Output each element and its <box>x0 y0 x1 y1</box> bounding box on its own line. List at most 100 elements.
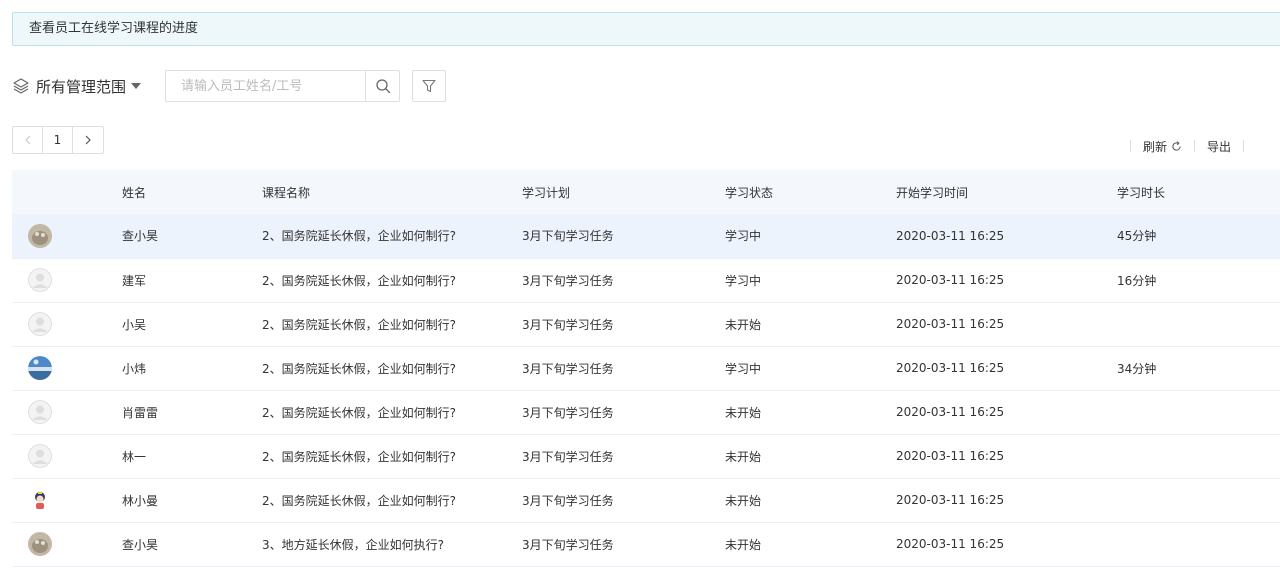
prev-page-button[interactable] <box>13 127 43 153</box>
cell-start-time: 2020-03-11 16:25 <box>896 273 1005 287</box>
search-input[interactable] <box>166 71 366 101</box>
export-label: 导出 <box>1206 139 1231 154</box>
export-button[interactable]: 导出 <box>1207 138 1231 155</box>
table-row[interactable]: 建军 2、国务院延长休假，企业如何制行? 3月下旬学习任务 学习中 2020-0… <box>12 258 1280 302</box>
cell-name: 小炜 <box>122 361 147 376</box>
scope-selector[interactable]: 所有管理范围 <box>12 74 142 98</box>
divider <box>1129 140 1131 152</box>
cell-start-time: 2020-03-11 16:25 <box>896 361 1005 375</box>
cell-duration: 16分钟 <box>1117 273 1157 288</box>
layers-icon <box>13 78 29 94</box>
cell-duration <box>1117 390 1280 434</box>
cell-duration: 34分钟 <box>1117 361 1157 376</box>
table-row[interactable]: 查小昊 2、国务院延长休假，企业如何制行? 3月下旬学习任务 学习中 2020-… <box>12 214 1280 258</box>
cell-course: 2、国务院延长休假，企业如何制行? <box>262 493 457 508</box>
notice-text: 查看员工在线学习课程的进度 <box>29 21 199 36</box>
cell-plan: 3月下旬学习任务 <box>522 361 614 376</box>
header-duration[interactable]: 学习时长 <box>1117 170 1280 214</box>
header-plan[interactable]: 学习计划 <box>522 170 725 214</box>
header-course[interactable]: 课程名称 <box>262 170 522 214</box>
cell-course: 2、国务院延长休假，企业如何制行? <box>262 361 457 376</box>
avatar <box>28 356 52 380</box>
avatar <box>28 400 52 424</box>
cell-status: 未开始 <box>725 449 762 464</box>
cell-status: 学习中 <box>725 229 762 244</box>
table-header: 姓名 课程名称 学习计划 学习状态 开始学习时间 学习时长 <box>12 170 1280 214</box>
cell-status: 未开始 <box>725 537 762 552</box>
cell-start-time: 2020-03-11 16:25 <box>896 228 1005 243</box>
page-number[interactable]: 1 <box>43 127 73 153</box>
cell-plan: 3月下旬学习任务 <box>522 405 614 420</box>
caret-down-icon <box>131 83 142 89</box>
cell-status: 未开始 <box>725 493 762 508</box>
cell-status: 未开始 <box>725 405 762 420</box>
employee-search <box>165 70 400 102</box>
cell-duration <box>1117 302 1280 346</box>
next-page-button[interactable] <box>73 127 103 153</box>
pagination: 1 <box>12 126 104 154</box>
cell-name: 林一 <box>122 449 147 464</box>
cell-plan: 3月下旬学习任务 <box>522 273 614 288</box>
cell-plan: 3月下旬学习任务 <box>522 493 614 508</box>
cell-duration <box>1117 434 1280 478</box>
avatar <box>28 223 52 248</box>
table-toolbar: 刷新 导出 <box>1118 138 1256 154</box>
table-row[interactable]: 林一 2、国务院延长休假，企业如何制行? 3月下旬学习任务 未开始 2020-0… <box>12 434 1280 478</box>
avatar <box>28 268 52 292</box>
progress-table: 姓名 课程名称 学习计划 学习状态 开始学习时间 学习时长 查小昊 2、国务院延… <box>12 170 1280 567</box>
header-status[interactable]: 学习状态 <box>725 170 896 214</box>
cell-start-time: 2020-03-11 16:25 <box>896 493 1005 507</box>
cell-name: 肖雷雷 <box>122 405 159 420</box>
avatar <box>28 488 52 512</box>
cell-plan: 3月下旬学习任务 <box>522 229 614 244</box>
avatar <box>28 444 52 468</box>
cell-duration <box>1117 478 1280 522</box>
cell-course: 2、国务院延长休假，企业如何制行? <box>262 449 457 464</box>
cell-plan: 3月下旬学习任务 <box>522 537 614 552</box>
refresh-icon <box>1172 140 1181 151</box>
cell-start-time: 2020-03-11 16:25 <box>896 405 1005 419</box>
info-notice: 查看员工在线学习课程的进度 <box>12 12 1280 46</box>
cell-course: 2、国务院延长休假，企业如何制行? <box>262 405 457 420</box>
cell-start-time: 2020-03-11 16:25 <box>896 317 1005 331</box>
table-row[interactable]: 小吴 2、国务院延长休假，企业如何制行? 3月下旬学习任务 未开始 2020-0… <box>12 302 1280 346</box>
cell-name: 小吴 <box>122 317 147 332</box>
chevron-left-icon <box>24 135 30 145</box>
cell-plan: 3月下旬学习任务 <box>522 449 614 464</box>
filter-button[interactable] <box>412 70 446 102</box>
table-row[interactable]: 查小昊 3、地方延长休假，企业如何执行? 3月下旬学习任务 未开始 2020-0… <box>12 522 1280 566</box>
cell-course: 2、国务院延长休假，企业如何制行? <box>262 229 457 244</box>
cell-course: 2、国务院延长休假，企业如何制行? <box>262 273 457 288</box>
divider <box>1193 140 1195 152</box>
filter-icon <box>422 79 436 93</box>
search-icon <box>375 79 390 94</box>
cell-name: 查小昊 <box>122 229 159 244</box>
scope-label: 所有管理范围 <box>36 77 127 96</box>
table-row[interactable]: 小炜 2、国务院延长休假，企业如何制行? 3月下旬学习任务 学习中 2020-0… <box>12 346 1280 390</box>
search-button[interactable] <box>365 71 399 101</box>
divider <box>1243 140 1244 152</box>
table-row[interactable]: 林小曼 2、国务院延长休假，企业如何制行? 3月下旬学习任务 未开始 2020-… <box>12 478 1280 522</box>
cell-name: 建军 <box>122 273 147 288</box>
header-name[interactable]: 姓名 <box>122 170 262 214</box>
refresh-button[interactable]: 刷新 <box>1143 138 1182 155</box>
cell-duration: 45分钟 <box>1117 229 1157 244</box>
table-row[interactable]: 肖雷雷 2、国务院延长休假，企业如何制行? 3月下旬学习任务 未开始 2020-… <box>12 390 1280 434</box>
cell-course: 3、地方延长休假，企业如何执行? <box>262 537 445 552</box>
cell-duration <box>1117 522 1280 566</box>
avatar <box>28 532 52 556</box>
cell-name: 查小昊 <box>122 537 159 552</box>
cell-status: 未开始 <box>725 317 762 332</box>
cell-plan: 3月下旬学习任务 <box>522 317 614 332</box>
cell-status: 学习中 <box>725 273 762 288</box>
refresh-label: 刷新 <box>1142 139 1167 154</box>
header-avatar <box>12 170 122 214</box>
cell-name: 林小曼 <box>122 493 159 508</box>
cell-start-time: 2020-03-11 16:25 <box>896 449 1005 463</box>
avatar <box>28 312 52 336</box>
cell-start-time: 2020-03-11 16:25 <box>896 537 1005 551</box>
chevron-right-icon <box>85 135 91 145</box>
header-start-time[interactable]: 开始学习时间 <box>896 170 1117 214</box>
cell-status: 学习中 <box>725 361 762 376</box>
cell-course: 2、国务院延长休假，企业如何制行? <box>262 317 457 332</box>
